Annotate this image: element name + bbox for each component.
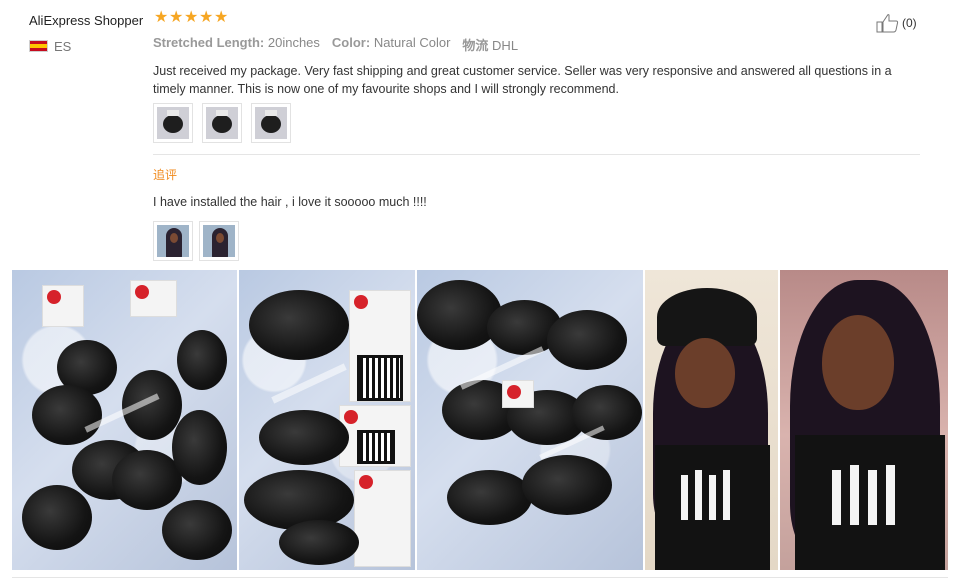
color-value: Natural Color [373,35,451,50]
star-icon: ★ [199,9,214,26]
star-icon: ★ [154,9,169,26]
followup-text: I have installed the hair , i love it so… [153,195,427,209]
review-photo-large[interactable] [239,270,415,570]
like-count: (0) [902,16,917,30]
review-photo-large[interactable] [780,270,948,570]
followup-thumbnails [153,221,239,261]
review-photo-thumbnail[interactable] [202,103,242,143]
spain-flag-icon [29,40,48,52]
shipping-value: DHL [492,38,519,53]
shipping-prop: 物流 DHL [462,35,518,54]
shipping-label: 物流 [462,38,489,53]
review-thumbnails [153,103,291,143]
color-label: Color: [331,35,371,50]
review-photo-large[interactable] [417,270,643,570]
length-value: 20inches [267,35,320,50]
followup-photo-thumbnail[interactable] [199,221,239,261]
thumbs-up-icon [876,14,899,33]
color-prop: Color: Natural Color [332,35,451,54]
followup-divider [153,154,920,155]
length-prop: Stretched Length: 20inches [153,35,320,54]
country-code: ES [54,39,72,54]
followup-photo-thumbnail[interactable] [153,221,193,261]
star-icon: ★ [184,9,199,26]
review-photo-thumbnail[interactable] [153,103,193,143]
purchase-properties: Stretched Length: 20inches Color: Natura… [153,35,518,54]
bottom-divider [12,577,948,578]
followup-label: 追评 [153,168,178,182]
reviewer-name: AliExpress Shopper [29,13,144,28]
like-button[interactable]: (0) [876,13,917,33]
review-photo-large[interactable] [645,270,778,570]
length-label: Stretched Length: [153,35,265,50]
rating-stars: ★ ★ ★ ★ ★ [154,9,229,26]
review-photo-large[interactable] [12,270,237,570]
star-icon: ★ [169,9,184,26]
review-text: Just received my package. Very fast ship… [153,64,892,96]
star-icon: ★ [214,9,229,26]
review-photo-thumbnail[interactable] [251,103,291,143]
